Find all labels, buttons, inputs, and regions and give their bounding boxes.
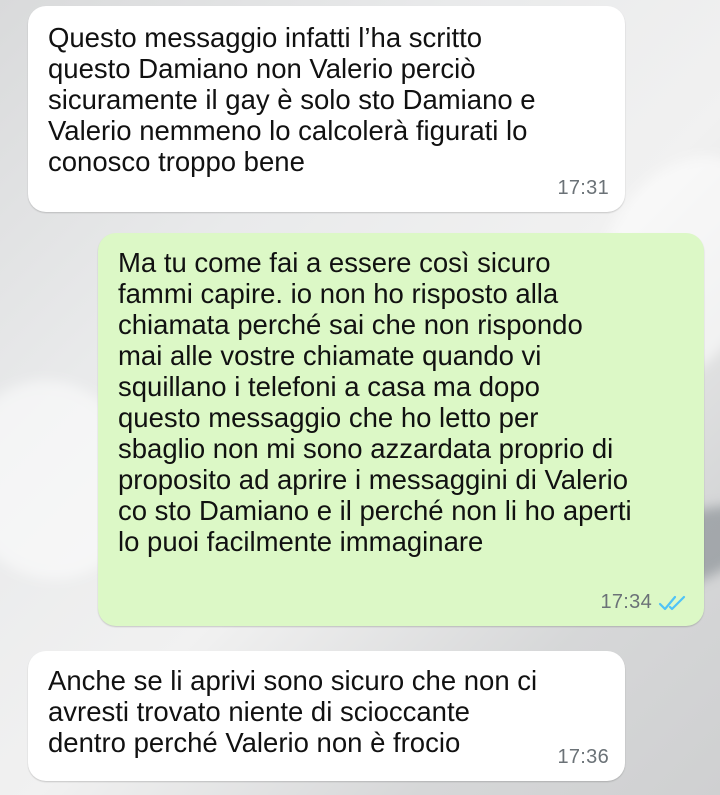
message-meta: 17:36: [557, 746, 609, 769]
message-bubble-incoming[interactable]: Anche se li aprivi sono sicuro che non c…: [28, 651, 625, 781]
message-text: Questo messaggio infatti l’ha scritto qu…: [48, 22, 536, 177]
message-meta: 17:34: [600, 591, 688, 614]
message-bubble-incoming[interactable]: Questo messaggio infatti l’ha scritto qu…: [28, 6, 625, 212]
message-time: 17:36: [557, 746, 609, 768]
message-time: 17:34: [600, 591, 652, 613]
message-bubble-outgoing[interactable]: Ma tu come fai a essere così sicuro famm…: [98, 233, 704, 626]
message-text: Anche se li aprivi sono sicuro che non c…: [48, 665, 538, 758]
message-meta: 17:31: [557, 177, 609, 200]
double-check-read-icon: [658, 595, 686, 610]
message-time: 17:31: [557, 177, 609, 199]
message-text: Ma tu come fai a essere così sicuro famm…: [118, 247, 632, 557]
